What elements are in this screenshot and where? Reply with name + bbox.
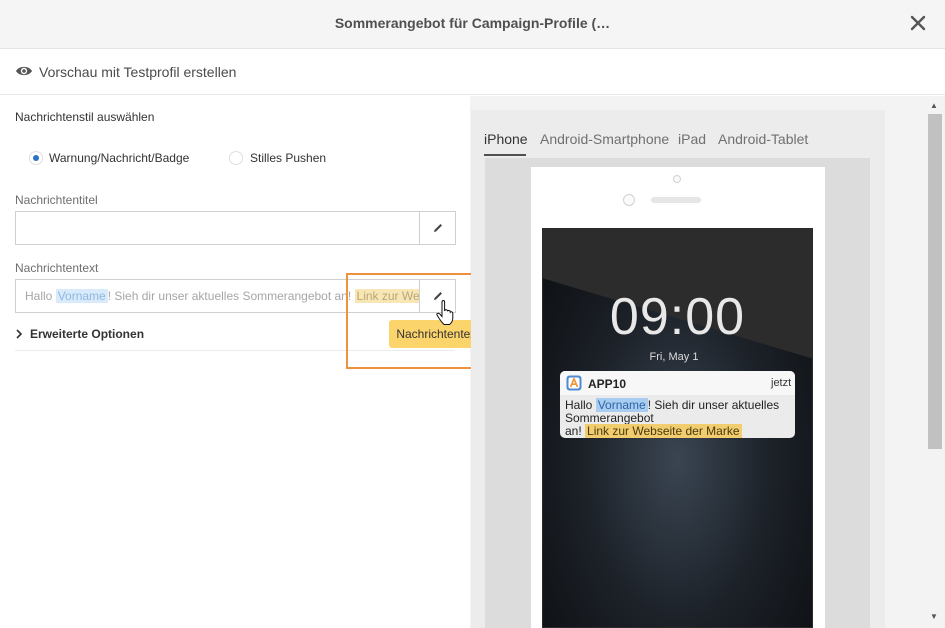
- close-icon: [910, 15, 926, 31]
- radio-label-alert[interactable]: Warnung/Nachricht/Badge: [49, 151, 189, 165]
- tab-ipad[interactable]: iPad: [678, 131, 706, 147]
- notification-time: jetzt: [771, 377, 792, 389]
- scrollbar-thumb[interactable]: [928, 114, 942, 449]
- tab-iphone[interactable]: iPhone: [484, 131, 528, 147]
- chevron-right-icon: [16, 329, 23, 339]
- notification-body: Hallo Vorname! Sieh dir unser aktuelles …: [565, 398, 780, 438]
- title-edit-button[interactable]: [419, 211, 456, 245]
- message-title-label: Nachrichtentitel: [15, 193, 98, 207]
- active-tab-indicator: [484, 154, 526, 156]
- notification-link-token: Link zur Webseite der Marke: [585, 424, 742, 438]
- tab-android-tablet[interactable]: Android-Tablet: [718, 131, 808, 147]
- pencil-icon: [433, 224, 442, 232]
- dialog-title: Sommerangebot für Campaign-Profile (…: [334, 15, 611, 31]
- preview-with-test-profile-link[interactable]: Vorschau mit Testprofil erstellen: [39, 64, 236, 80]
- message-title-input[interactable]: [15, 211, 420, 245]
- firstname-token: Vorname: [55, 289, 108, 303]
- scroll-down-arrow-icon[interactable]: ▼: [930, 612, 938, 621]
- close-button[interactable]: [907, 12, 929, 34]
- phone-speaker: [651, 197, 701, 203]
- dialog-header: Sommerangebot für Campaign-Profile (…: [0, 0, 945, 49]
- phone-sensor: [623, 194, 635, 206]
- app-icon: [566, 375, 582, 391]
- advanced-options-toggle[interactable]: Erweiterte Optionen: [15, 327, 144, 341]
- eye-icon: [16, 66, 32, 76]
- lock-screen-time: 09:00: [609, 288, 746, 346]
- notification-firstname-token: Vorname: [595, 398, 648, 412]
- scroll-up-arrow-icon[interactable]: ▲: [930, 101, 938, 110]
- hand-cursor-icon: [436, 300, 454, 325]
- message-text-label: Nachrichtentext: [15, 261, 99, 275]
- phone-camera: [673, 175, 681, 183]
- radio-label-silent[interactable]: Stilles Pushen: [250, 151, 326, 165]
- advanced-options-label: Erweiterte Optionen: [30, 327, 145, 341]
- tab-android-smartphone[interactable]: Android-Smartphone: [540, 131, 669, 147]
- lock-screen-date: Fri, May 1: [649, 351, 699, 363]
- message-style-label: Nachrichtenstil auswählen: [15, 110, 155, 124]
- radio-silent-push[interactable]: [229, 151, 243, 165]
- radio-alert-message-badge[interactable]: [29, 151, 43, 165]
- notification-app-name: APP10: [588, 377, 627, 391]
